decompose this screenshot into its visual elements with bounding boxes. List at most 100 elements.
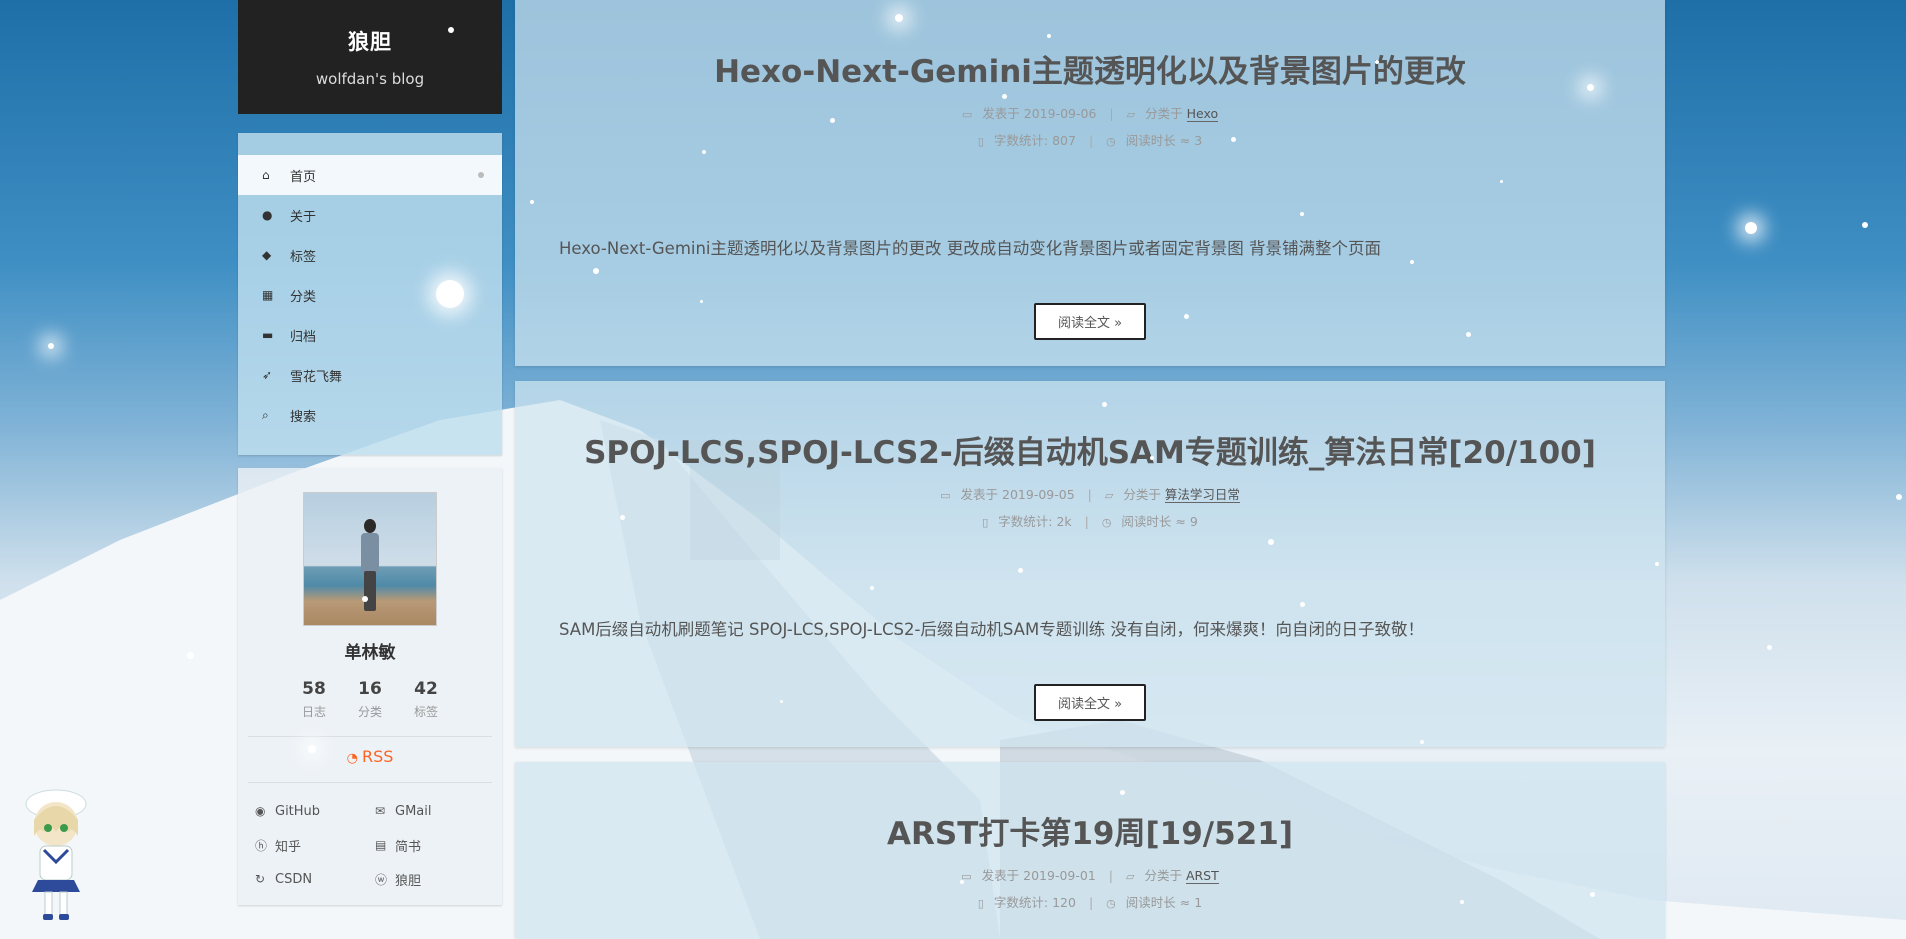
post-title[interactable]: ARST打卡第19周[19/521]	[515, 762, 1665, 853]
stat-tags[interactable]: 42 标签	[398, 679, 454, 720]
post-stats: ▯ 字数统计: 120 | ◷ 阅读时长 ≈ 1	[515, 892, 1665, 911]
calendar-icon: ▭	[961, 870, 972, 883]
posted-label: 发表于	[960, 487, 999, 502]
link-label: GitHub	[275, 803, 321, 819]
post-title[interactable]: Hexo-Next-Gemini主题透明化以及背景图片的更改	[515, 0, 1665, 91]
menu-item-snow[interactable]: ➶ 雪花飞舞	[238, 355, 502, 395]
menu-item-categories[interactable]: ▦ 分类	[238, 275, 502, 315]
search-icon: ⌕	[262, 407, 269, 422]
word-count: 807	[1052, 133, 1076, 148]
post-title[interactable]: SPOJ-LCS,SPOJ-LCS2-后缀自动机SAM专题训练_算法日常[20/…	[515, 381, 1665, 472]
author-name: 单林敏	[344, 643, 396, 663]
post-stats: ▯ 字数统计: 807 | ◷ 阅读时长 ≈ 3	[515, 130, 1665, 149]
read-more-button[interactable]: 阅读全文 »	[1033, 684, 1147, 721]
calendar-icon: ▭	[961, 108, 973, 121]
menu-item-label: 标签	[290, 249, 317, 265]
read-time: 3	[1194, 133, 1203, 148]
wordpress-icon: ⓦ	[375, 872, 388, 887]
link-label: 狼胆	[395, 873, 422, 889]
meta-separator: |	[1109, 106, 1114, 121]
posted-label: 发表于	[982, 106, 1020, 121]
stat-label: 分类	[357, 705, 382, 719]
link-label: GMail	[395, 803, 432, 819]
stat-label: 日志	[301, 705, 326, 719]
menu-item-label: 关于	[290, 209, 317, 225]
meta-separator: |	[1087, 487, 1092, 502]
link-label: 简书	[395, 839, 422, 855]
grid-icon: ▦	[262, 288, 274, 302]
menu-item-label: 首页	[290, 169, 317, 185]
post-category-link[interactable]: Hexo	[1186, 106, 1219, 122]
post-date: 2019-09-06	[1023, 106, 1097, 121]
words-label: 字数统计:	[993, 895, 1049, 910]
category-label: 分类于	[1145, 106, 1183, 121]
post-category-link[interactable]: 算法学习日常	[1164, 487, 1240, 503]
link-jianshu[interactable]: ▤ 简书	[375, 833, 485, 857]
menu-item-label: 分类	[290, 289, 317, 305]
file-icon: ▯	[977, 135, 984, 148]
folder-icon: ▱	[1126, 108, 1136, 121]
post-card: ARST打卡第19周[19/521] ▭ 发表于 2019-09-01 | ▱ …	[515, 762, 1665, 939]
menu-item-label: 雪花飞舞	[290, 369, 343, 385]
site-stats: 58 日志 16 分类 42 标签	[238, 679, 502, 720]
stat-posts[interactable]: 58 日志	[286, 679, 342, 720]
posted-label: 发表于	[981, 868, 1020, 883]
archive-icon: ▬	[262, 328, 274, 342]
main-menu: ⌂ 首页 ● 关于 ◆ 标签 ▦ 分类 ▬ 归档 ➶ 雪花飞舞 ⌕ 搜索	[238, 133, 502, 455]
post-excerpt: Hexo-Next-Gemini主题透明化以及背景图片的更改 更改成自动变化背景…	[559, 239, 1382, 258]
mail-icon: ✉	[375, 804, 386, 818]
read-time: 1	[1194, 895, 1203, 910]
rss-link[interactable]: ◔ RSS	[238, 747, 502, 766]
avatar	[303, 492, 437, 626]
category-label: 分类于	[1123, 487, 1161, 502]
post-excerpt: SAM后缀自动机刷题笔记 SPOJ-LCS,SPOJ-LCS2-后缀自动机SAM…	[559, 620, 1424, 639]
stat-number: 42	[414, 679, 438, 699]
stat-label: 标签	[413, 705, 438, 719]
menu-item-search[interactable]: ⌕ 搜索	[238, 395, 502, 435]
link-wolfdan[interactable]: ⓦ 狼胆	[375, 867, 485, 891]
menu-item-archives[interactable]: ▬ 归档	[238, 315, 502, 355]
user-icon: ●	[262, 208, 273, 222]
github-icon: ◉	[255, 804, 266, 818]
author-profile: 单林敏 58 日志 16 分类 42 标签 ◔ RSS ◉ GitHub ✉ G…	[238, 468, 502, 905]
menu-item-home[interactable]: ⌂ 首页	[238, 155, 502, 195]
menu-item-label: 归档	[290, 329, 317, 345]
clock-icon: ◷	[1101, 516, 1112, 529]
post-meta: ▭ 发表于 2019-09-05 | ▱ 分类于 算法学习日常	[515, 484, 1665, 503]
menu-item-label: 搜索	[290, 409, 317, 425]
link-gmail[interactable]: ✉ GMail	[375, 799, 485, 823]
read-more-button[interactable]: 阅读全文 »	[1033, 303, 1147, 340]
folder-icon: ▱	[1104, 489, 1114, 502]
words-label: 字数统计:	[993, 133, 1049, 148]
divider	[248, 782, 492, 783]
post-card: SPOJ-LCS,SPOJ-LCS2-后缀自动机SAM专题训练_算法日常[20/…	[515, 381, 1665, 747]
stat-categories[interactable]: 16 分类	[342, 679, 398, 720]
link-github[interactable]: ◉ GitHub	[255, 799, 375, 823]
book-icon: ▤	[375, 838, 387, 852]
stat-number: 16	[358, 679, 382, 699]
rss-label: RSS	[361, 747, 394, 766]
refresh-icon: ↻	[255, 872, 266, 886]
clock-icon: ◷	[1106, 897, 1116, 910]
clock-icon: ◷	[1106, 135, 1116, 148]
folder-icon: ▱	[1125, 870, 1135, 883]
read-time-label: 阅读时长 ≈	[1121, 514, 1186, 529]
link-csdn[interactable]: ↻ CSDN	[255, 867, 375, 891]
meta-separator: |	[1088, 895, 1094, 910]
rocket-icon: ➶	[262, 368, 273, 382]
read-time: 9	[1189, 514, 1198, 529]
link-zhihu[interactable]: ⓗ 知乎	[255, 833, 375, 857]
post-stats: ▯ 字数统计: 2k | ◷ 阅读时长 ≈ 9	[515, 511, 1665, 530]
file-icon: ▯	[977, 897, 984, 910]
zhihu-icon: ⓗ	[255, 838, 268, 853]
mascot-character[interactable]	[18, 786, 94, 922]
category-label: 分类于	[1144, 868, 1182, 883]
menu-item-tags[interactable]: ◆ 标签	[238, 235, 502, 275]
site-title[interactable]: 狼胆	[238, 0, 502, 56]
post-date: 2019-09-01	[1023, 868, 1096, 883]
menu-item-about[interactable]: ● 关于	[238, 195, 502, 235]
site-brand: 狼胆 wolfdan's blog	[238, 0, 502, 114]
link-label: 知乎	[275, 839, 302, 855]
post-category-link[interactable]: ARST	[1185, 868, 1219, 884]
divider	[248, 736, 492, 737]
